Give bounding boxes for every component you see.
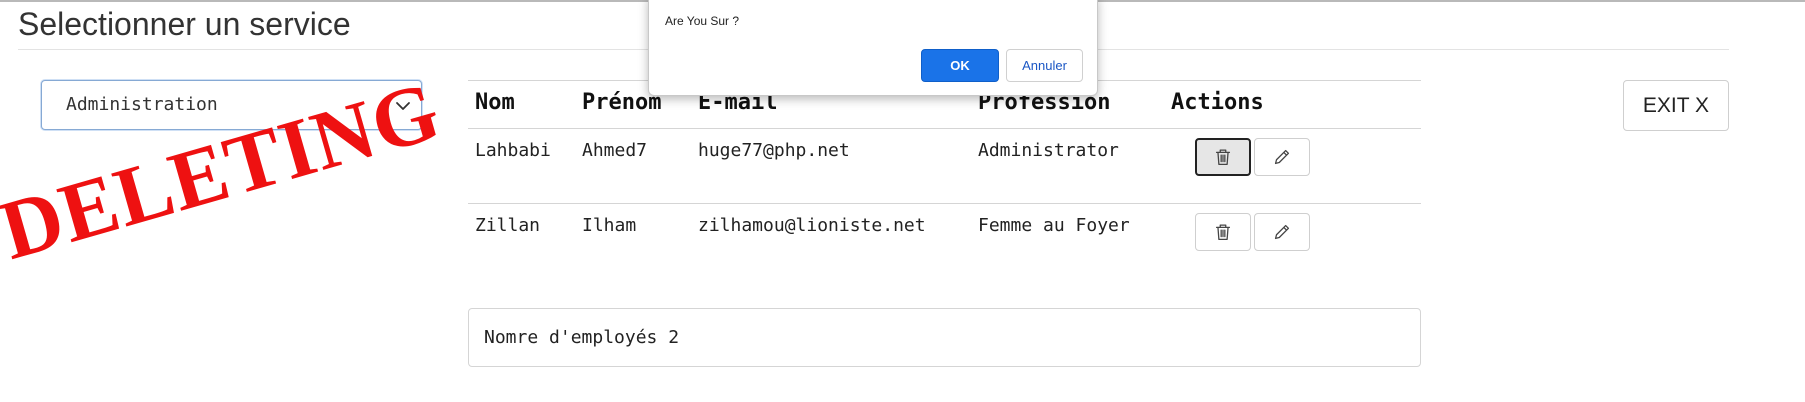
delete-button[interactable] — [1195, 213, 1251, 251]
pencil-icon — [1274, 224, 1290, 240]
cell-profession: Administrator — [978, 140, 1119, 161]
cell-nom: Lahbabi — [475, 140, 551, 161]
table-header-divider — [468, 128, 1421, 129]
cell-nom: Zillan — [475, 215, 541, 236]
table-row-divider — [468, 203, 1421, 204]
ok-button[interactable]: OK — [921, 49, 999, 82]
header-actions: Actions — [1171, 90, 1264, 115]
service-select-value: Administration — [66, 94, 218, 115]
cell-email: huge77@php.net — [698, 140, 850, 161]
delete-button[interactable] — [1195, 138, 1251, 176]
confirm-dialog: Are You Sur ? OK Annuler — [648, 0, 1098, 96]
pencil-icon — [1274, 149, 1290, 165]
dialog-message: Are You Sur ? — [665, 14, 740, 28]
cell-prenom: Ilham — [582, 215, 637, 236]
header-nom: Nom — [475, 90, 515, 115]
exit-button[interactable]: EXIT X — [1623, 80, 1729, 131]
edit-button[interactable] — [1254, 213, 1310, 251]
trash-icon — [1215, 149, 1231, 165]
employee-count-text: Nomre d'employés 2 — [484, 327, 680, 348]
cell-profession: Femme au Foyer — [978, 215, 1130, 236]
cancel-button[interactable]: Annuler — [1006, 49, 1083, 82]
page-title: Selectionner un service — [18, 6, 351, 42]
trash-icon — [1215, 224, 1231, 240]
employee-count-box: Nomre d'employés 2 — [468, 308, 1421, 367]
cell-prenom: Ahmed7 — [582, 140, 648, 161]
edit-button[interactable] — [1254, 138, 1310, 176]
cell-email: zilhamou@lioniste.net — [698, 215, 926, 236]
